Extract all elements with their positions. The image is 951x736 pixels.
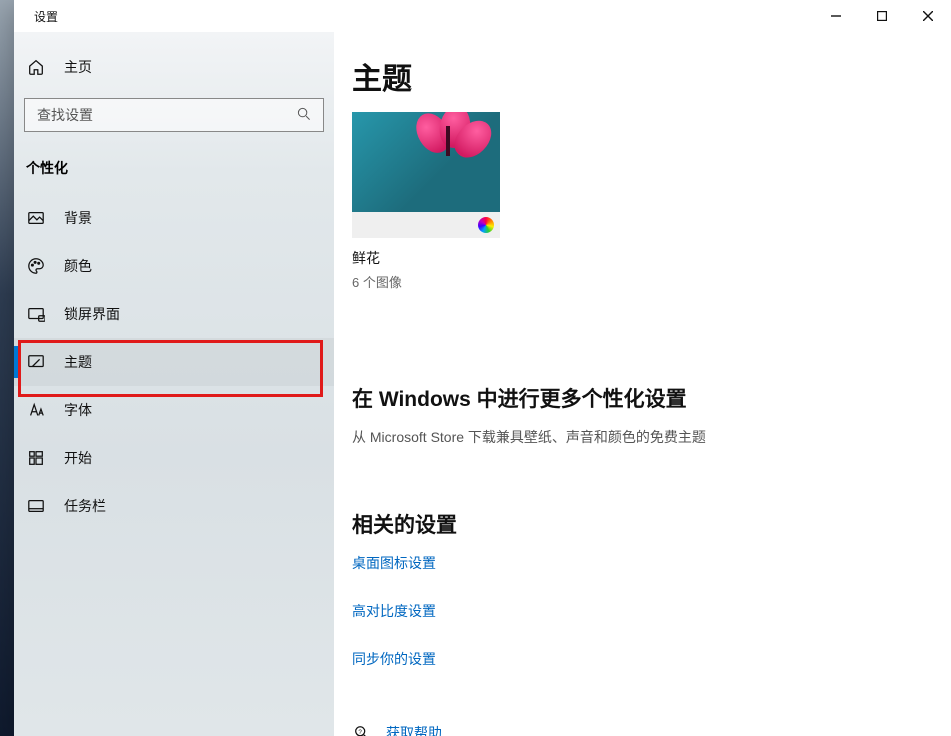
main-pane: 主题 鲜花 6 个图像 在 Windows 中进行更多个性化设置 从 (334, 32, 951, 736)
sidebar-home-label: 主页 (64, 57, 92, 77)
maximize-button[interactable] (859, 0, 905, 32)
close-button[interactable] (905, 0, 951, 32)
sidebar-item-colors[interactable]: 颜色 (14, 242, 334, 290)
search-placeholder: 查找设置 (37, 105, 297, 125)
related-settings-heading: 相关的设置 (352, 509, 951, 539)
svg-text:?: ? (358, 729, 362, 736)
theme-image-count: 6 个图像 (352, 272, 500, 291)
sidebar-item-taskbar[interactable]: 任务栏 (14, 482, 334, 530)
more-personalization-sub: 从 Microsoft Store 下载兼具壁纸、声音和颜色的免费主题 (352, 427, 951, 447)
window-controls (813, 0, 951, 32)
related-links: 桌面图标设置 高对比度设置 同步你的设置 (352, 553, 951, 697)
search-icon (297, 107, 311, 124)
settings-window: 设置 主页 查找设置 (14, 0, 951, 736)
theme-thumbnail (352, 112, 500, 212)
window-title: 设置 (14, 8, 58, 25)
titlebar: 设置 (14, 0, 951, 32)
desktop-backdrop (0, 0, 14, 736)
sidebar-item-label: 背景 (64, 208, 92, 228)
sidebar-item-fonts[interactable]: 字体 (14, 386, 334, 434)
theme-card[interactable]: 鲜花 6 个图像 (352, 112, 500, 291)
taskbar-icon (26, 496, 46, 516)
help-icon: ? (352, 723, 372, 736)
picture-icon (26, 208, 46, 228)
sidebar-item-label: 锁屏界面 (64, 304, 120, 324)
sidebar-home[interactable]: 主页 (14, 46, 334, 88)
sidebar-item-background[interactable]: 背景 (14, 194, 334, 242)
link-high-contrast-settings[interactable]: 高对比度设置 (352, 601, 436, 621)
home-icon (26, 57, 46, 77)
minimize-button[interactable] (813, 0, 859, 32)
start-icon (26, 448, 46, 468)
palette-icon (26, 256, 46, 276)
sidebar-item-label: 开始 (64, 448, 92, 468)
content-area: 主页 查找设置 个性化 背景 (14, 32, 951, 736)
lockscreen-icon (26, 304, 46, 324)
sidebar-item-start[interactable]: 开始 (14, 434, 334, 482)
page-title: 主题 (352, 54, 951, 98)
brush-icon (26, 352, 46, 372)
sidebar-item-label: 主题 (64, 352, 92, 372)
search-input[interactable]: 查找设置 (24, 98, 324, 132)
theme-name: 鲜花 (352, 248, 500, 268)
sidebar-item-label: 字体 (64, 400, 92, 420)
more-personalization-heading: 在 Windows 中进行更多个性化设置 (352, 383, 951, 413)
sidebar-item-lockscreen[interactable]: 锁屏界面 (14, 290, 334, 338)
flower-image (400, 112, 490, 164)
sidebar-item-label: 任务栏 (64, 496, 106, 516)
get-help-label: 获取帮助 (386, 723, 442, 736)
sidebar-list: 背景 颜色 锁屏界面 (14, 188, 334, 530)
font-icon (26, 400, 46, 420)
theme-strip (352, 212, 500, 238)
sidebar: 主页 查找设置 个性化 背景 (14, 32, 334, 736)
get-help-row[interactable]: ? 获取帮助 (352, 723, 951, 736)
sidebar-item-themes[interactable]: 主题 (14, 338, 334, 386)
link-sync-settings[interactable]: 同步你的设置 (352, 649, 436, 669)
color-wheel-icon (478, 217, 494, 233)
link-desktop-icon-settings[interactable]: 桌面图标设置 (352, 553, 436, 573)
sidebar-category: 个性化 (14, 132, 334, 188)
sidebar-item-label: 颜色 (64, 256, 92, 276)
